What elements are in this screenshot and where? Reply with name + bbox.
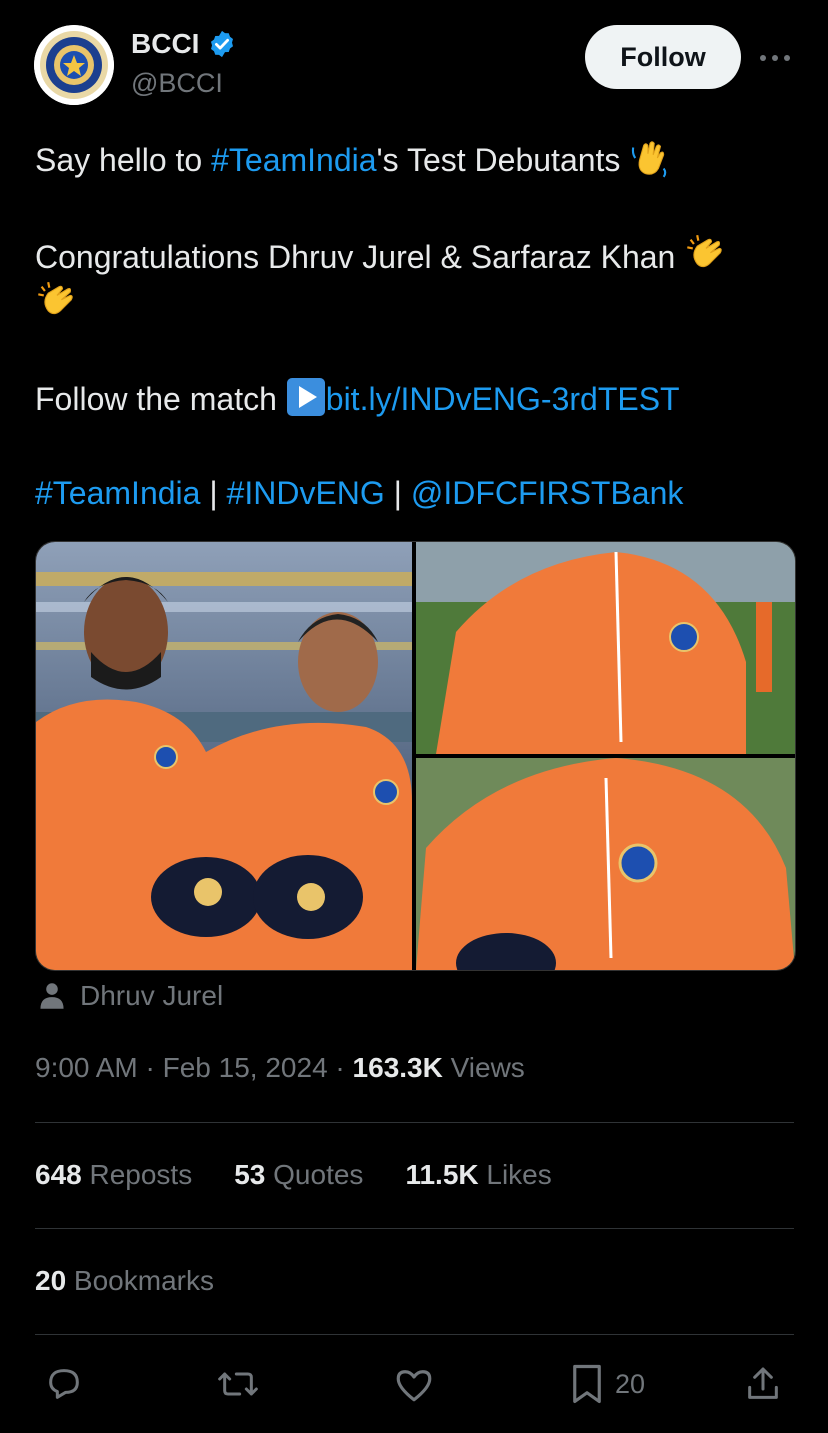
tweet-date[interactable]: Feb 15, 2024 (163, 1052, 328, 1083)
separator: | (200, 475, 227, 511)
tweet-text: Say hello to (35, 141, 212, 178)
repost-icon (218, 1372, 258, 1396)
bookmark-button[interactable]: 20 (569, 1362, 645, 1406)
bookmarks-count: 20 (35, 1265, 67, 1296)
separator: · (137, 1052, 163, 1083)
author-handle[interactable]: @BCCI (131, 68, 223, 99)
divider (35, 1228, 794, 1229)
likes-stat[interactable]: 11.5K Likes (405, 1159, 551, 1191)
media-grid (35, 541, 796, 971)
divider (35, 1334, 794, 1335)
hashtag-link[interactable]: #TeamIndia (35, 475, 200, 511)
share-button[interactable] (743, 1362, 783, 1406)
bookmark-icon (573, 1364, 601, 1404)
reposts-stat[interactable]: 648 Reposts (35, 1159, 192, 1191)
tweet-text: Follow the match (35, 380, 277, 417)
views-count: 163.3K (352, 1052, 443, 1083)
avatar[interactable] (34, 25, 114, 105)
media-tag[interactable]: Dhruv Jurel (38, 980, 223, 1012)
tweet-text: 's Test Debutants (376, 141, 621, 178)
bcci-logo-icon (34, 25, 114, 105)
share-icon (748, 1367, 778, 1399)
tweet-line-5: #TeamIndia | #INDvENG | @IDFCFIRSTBank (35, 473, 683, 513)
waving-hand-icon (629, 137, 671, 188)
hashtag-link[interactable]: #TeamIndia (211, 142, 376, 178)
divider (35, 1122, 794, 1123)
tweet-line-2: Congratulations Dhruv Jurel & Sarfaraz K… (35, 233, 728, 286)
tagged-user: Dhruv Jurel (80, 980, 224, 1011)
quotes-stat[interactable]: 53 Quotes (234, 1159, 363, 1191)
like-button[interactable] (393, 1362, 435, 1406)
mention-link[interactable]: @IDFCFIRSTBank (411, 475, 684, 511)
follow-button[interactable]: Follow (585, 25, 741, 89)
like-icon (396, 1370, 432, 1402)
hashtag-link[interactable]: #INDvENG (227, 475, 385, 511)
clapping-hands-icon (35, 280, 79, 329)
play-button-icon (286, 377, 326, 426)
clapping-hands-icon (684, 233, 728, 286)
photo-3[interactable] (416, 758, 795, 970)
photo-1[interactable] (36, 542, 412, 970)
likes-count: 11.5K (405, 1159, 479, 1190)
bookmarks-label: Bookmarks (66, 1265, 214, 1296)
reply-icon (49, 1369, 79, 1399)
views-label: Views (442, 1052, 525, 1083)
url-link[interactable]: bit.ly/INDvENG-3rdTEST (326, 381, 680, 417)
reposts-label: Reposts (81, 1159, 193, 1190)
verified-badge-icon (211, 30, 234, 58)
separator: · (327, 1052, 353, 1083)
reposts-count: 648 (35, 1159, 82, 1190)
author-name-row: BCCI (131, 28, 237, 60)
timestamp-row: 9:00 AM · Feb 15, 2024 · 163.3K Views (35, 1052, 525, 1084)
tweet-time[interactable]: 9:00 AM (35, 1052, 138, 1083)
engagement-stats: 648 Reposts 53 Quotes 11.5K Likes (35, 1159, 552, 1191)
person-icon (40, 983, 64, 1009)
tweet-text: Congratulations Dhruv Jurel & Sarfaraz K… (35, 238, 676, 275)
bookmark-count: 20 (615, 1368, 646, 1399)
quotes-label: Quotes (265, 1159, 364, 1190)
author-name[interactable]: BCCI (131, 28, 199, 60)
repost-button[interactable] (216, 1362, 260, 1406)
likes-label: Likes (478, 1159, 552, 1190)
tweet-line-1: Say hello to #TeamIndia's Test Debutants (35, 137, 671, 188)
quotes-count: 53 (234, 1159, 266, 1190)
separator: | (384, 475, 411, 511)
more-options-icon[interactable] (757, 40, 793, 76)
reply-button[interactable] (44, 1362, 84, 1406)
tweet-line-4: Follow the match bit.ly/INDvENG-3rdTEST (35, 377, 680, 426)
photo-2[interactable] (416, 542, 795, 754)
bookmarks-stat[interactable]: 20 Bookmarks (35, 1265, 214, 1297)
